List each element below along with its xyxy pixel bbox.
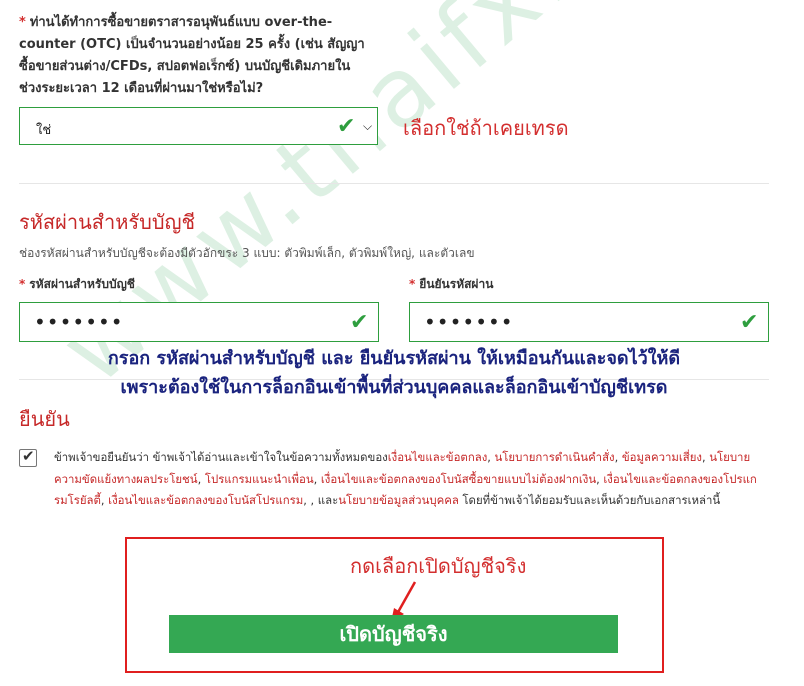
- password-annotation-line1: กรอก รหัสผ่านสำหรับบัญชี และ ยืนยันรหัสผ…: [107, 348, 681, 369]
- link-terms[interactable]: เงื่อนไขและข้อตกลง: [388, 450, 488, 464]
- otc-question: * ท่านได้ทำการซื้อขายตราสารอนุพันธ์แบบ ov…: [19, 12, 369, 100]
- valid-check-icon: ✔: [337, 114, 356, 139]
- link-referral-program[interactable]: โปรแกรมแนะนำเพื่อน: [205, 472, 314, 486]
- open-real-account-button[interactable]: เปิดบัญชีจริง: [169, 615, 618, 653]
- chevron-down-icon: ⌵: [363, 119, 373, 133]
- password-annotation: กรอก รหัสผ่านสำหรับบัญชี และ ยืนยันรหัสผ…: [19, 344, 769, 402]
- agreement-text: ข้าพเจ้าขอยืนยันว่า ข้าพเจ้าได้อ่านและเข…: [54, 450, 757, 507]
- password-annotation-line2: เพราะต้องใช้ในการล็อกอินเข้าพื้นที่ส่วนบ…: [120, 377, 668, 398]
- cta-annotation: กดเลือกเปิดบัญชีจริง: [350, 554, 527, 578]
- checkmark-icon: ✔: [22, 447, 35, 465]
- password-input[interactable]: ••••••• ✔: [19, 302, 379, 342]
- password-value: •••••••: [34, 310, 124, 334]
- otc-question-text: ท่านได้ทำการซื้อขายตราสารอนุพันธ์แบบ ove…: [19, 15, 365, 96]
- otc-select-value: ใช่: [36, 123, 52, 138]
- required-mark: *: [19, 15, 26, 30]
- valid-check-icon: ✔: [350, 310, 369, 335]
- link-privacy-policy[interactable]: นโยบายข้อมูลส่วนบุคคล: [338, 493, 459, 507]
- link-no-deposit-bonus[interactable]: เงื่อนไขและข้อตกลงของโบนัสซื้อขายแบบไม่ต…: [321, 472, 596, 486]
- confirm-password-input[interactable]: ••••••• ✔: [409, 302, 769, 342]
- password-hint: ช่องรหัสผ่านสำหรับบัญชีจะต้องมีตัวอักขระ…: [19, 246, 475, 260]
- link-execution-policy[interactable]: นโยบายการดำเนินคำสั่ง: [495, 450, 615, 464]
- valid-check-icon: ✔: [740, 310, 759, 335]
- password-label: * รหัสผ่านสำหรับบัญชี: [19, 277, 135, 291]
- link-risk-disclosure[interactable]: ข้อมูลความเสี่ยง: [622, 450, 702, 464]
- link-bonus-program[interactable]: เงื่อนไขและข้อตกลงของโบนัสโปรแกรม: [108, 493, 303, 507]
- agree-checkbox[interactable]: ✔: [19, 447, 37, 467]
- divider: [19, 183, 769, 184]
- confirm-section-title: ยืนยัน: [19, 407, 70, 431]
- confirm-password-label: * ยืนยันรหัสผ่าน: [409, 277, 494, 291]
- password-section-title: รหัสผ่านสำหรับบัญชี: [19, 210, 196, 234]
- otc-select[interactable]: ใช่ ✔ ⌵: [19, 107, 378, 145]
- confirm-password-value: •••••••: [424, 310, 514, 334]
- select-annotation: เลือกใช่ถ้าเคยเทรด: [403, 116, 569, 140]
